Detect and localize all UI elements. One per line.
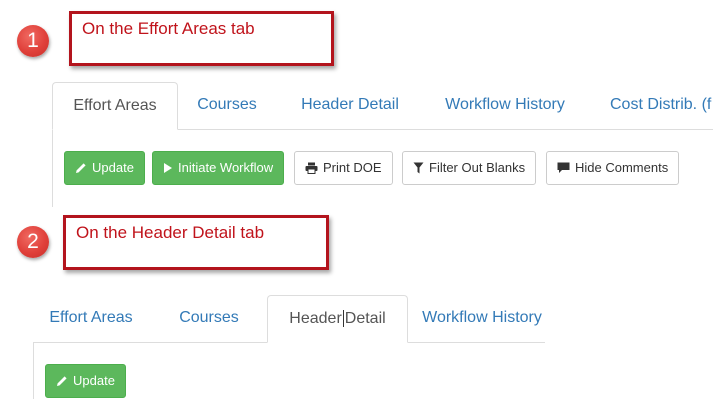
tab-header-detail-label: Header Detail — [301, 96, 399, 113]
step-2-tab-bar: Effort Areas Courses Header Detail Workfl… — [33, 295, 545, 343]
tab-workflow-history-2[interactable]: Workflow History — [419, 295, 545, 342]
tab-workflow-history-label: Workflow History — [445, 96, 565, 113]
tab-effort-areas[interactable]: Effort Areas — [52, 82, 178, 130]
hide-comments-button[interactable]: Hide Comments — [546, 151, 680, 185]
play-icon — [163, 162, 173, 174]
tab-effort-areas-label: Effort Areas — [73, 97, 157, 114]
filter-out-blanks-button-label: Filter Out Blanks — [429, 160, 526, 175]
tab-cost-distrib-label: Cost Distrib. (f — [610, 96, 712, 113]
print-doe-button-label: Print DOE — [323, 160, 382, 175]
tab-courses-2[interactable]: Courses — [163, 295, 255, 342]
tab-effort-areas-2[interactable]: Effort Areas — [33, 295, 149, 342]
tab-courses-2-label: Courses — [179, 309, 239, 326]
tab-effort-areas-2-label: Effort Areas — [49, 309, 133, 326]
tab-header-detail[interactable]: Header Detail — [290, 82, 410, 129]
filter-icon — [413, 162, 424, 174]
tab-courses[interactable]: Courses — [182, 82, 272, 129]
step-2-panel-edge — [33, 342, 34, 399]
initiate-workflow-button-label: Initiate Workflow — [178, 160, 274, 175]
filter-out-blanks-button[interactable]: Filter Out Blanks — [402, 151, 537, 185]
step-1-panel-edge — [52, 129, 53, 207]
step-1-badge: 1 — [17, 25, 49, 57]
tab-courses-label: Courses — [197, 96, 257, 113]
tab-header-detail-2-label-end: Detail — [344, 310, 386, 327]
hide-comments-button-label: Hide Comments — [575, 160, 669, 175]
tab-header-detail-2-label-start: Header — [289, 310, 342, 327]
step-2-badge: 2 — [17, 226, 49, 258]
update-button[interactable]: Update — [64, 151, 145, 185]
text-cursor — [342, 310, 344, 328]
print-icon — [305, 162, 318, 174]
update-button-2-label: Update — [73, 373, 115, 388]
tab-cost-distrib[interactable]: Cost Distrib. (f — [600, 82, 713, 129]
step-2-callout-text: On the Header Detail tab — [76, 223, 265, 242]
step-1-callout: On the Effort Areas tab — [69, 11, 334, 66]
tab-workflow-history[interactable]: Workflow History — [432, 82, 578, 129]
step-2-callout: On the Header Detail tab — [63, 215, 329, 270]
update-button-2[interactable]: Update — [45, 364, 126, 398]
tab-header-detail-2[interactable]: Header Detail — [267, 295, 408, 343]
initiate-workflow-button[interactable]: Initiate Workflow — [152, 151, 285, 185]
pencil-icon — [75, 162, 87, 174]
step-1-callout-text: On the Effort Areas tab — [82, 19, 255, 38]
print-doe-button[interactable]: Print DOE — [294, 151, 393, 185]
update-button-label: Update — [92, 160, 134, 175]
step-1-tab-bar: Effort Areas Courses Header Detail Workf… — [52, 82, 713, 130]
tab-workflow-history-2-label: Workflow History — [422, 309, 542, 326]
pencil-icon — [56, 375, 68, 387]
comment-icon — [557, 162, 570, 174]
